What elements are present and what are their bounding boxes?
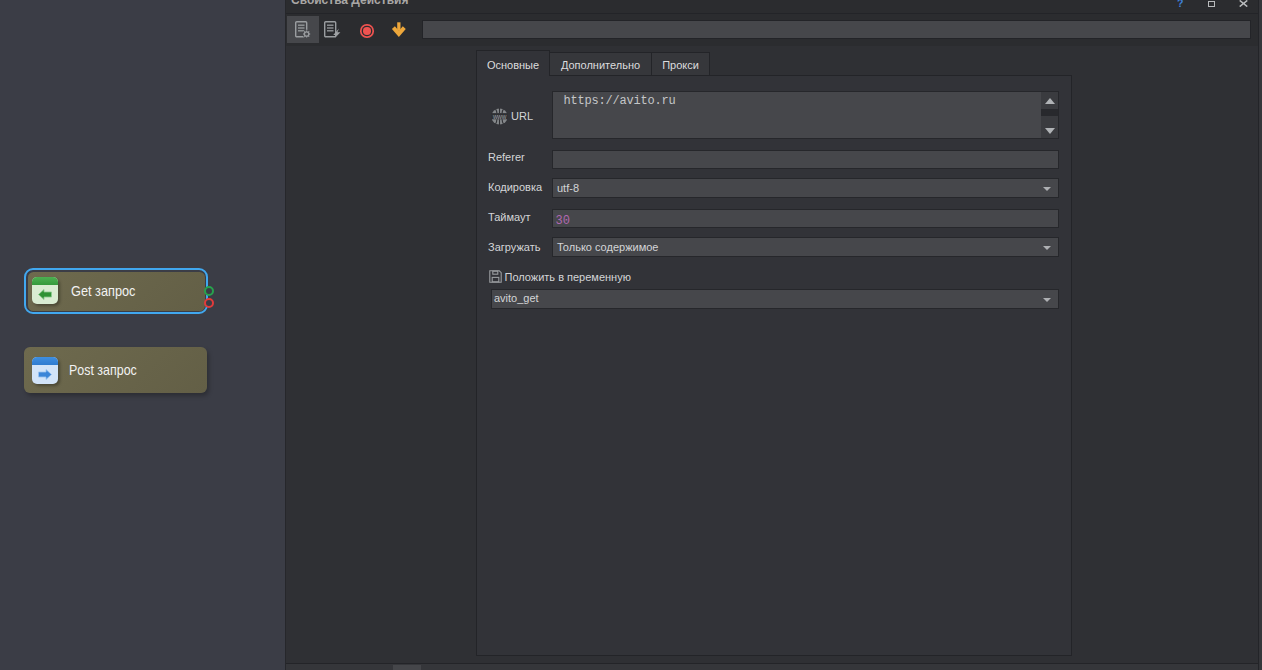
svg-text:www: www bbox=[492, 112, 507, 119]
